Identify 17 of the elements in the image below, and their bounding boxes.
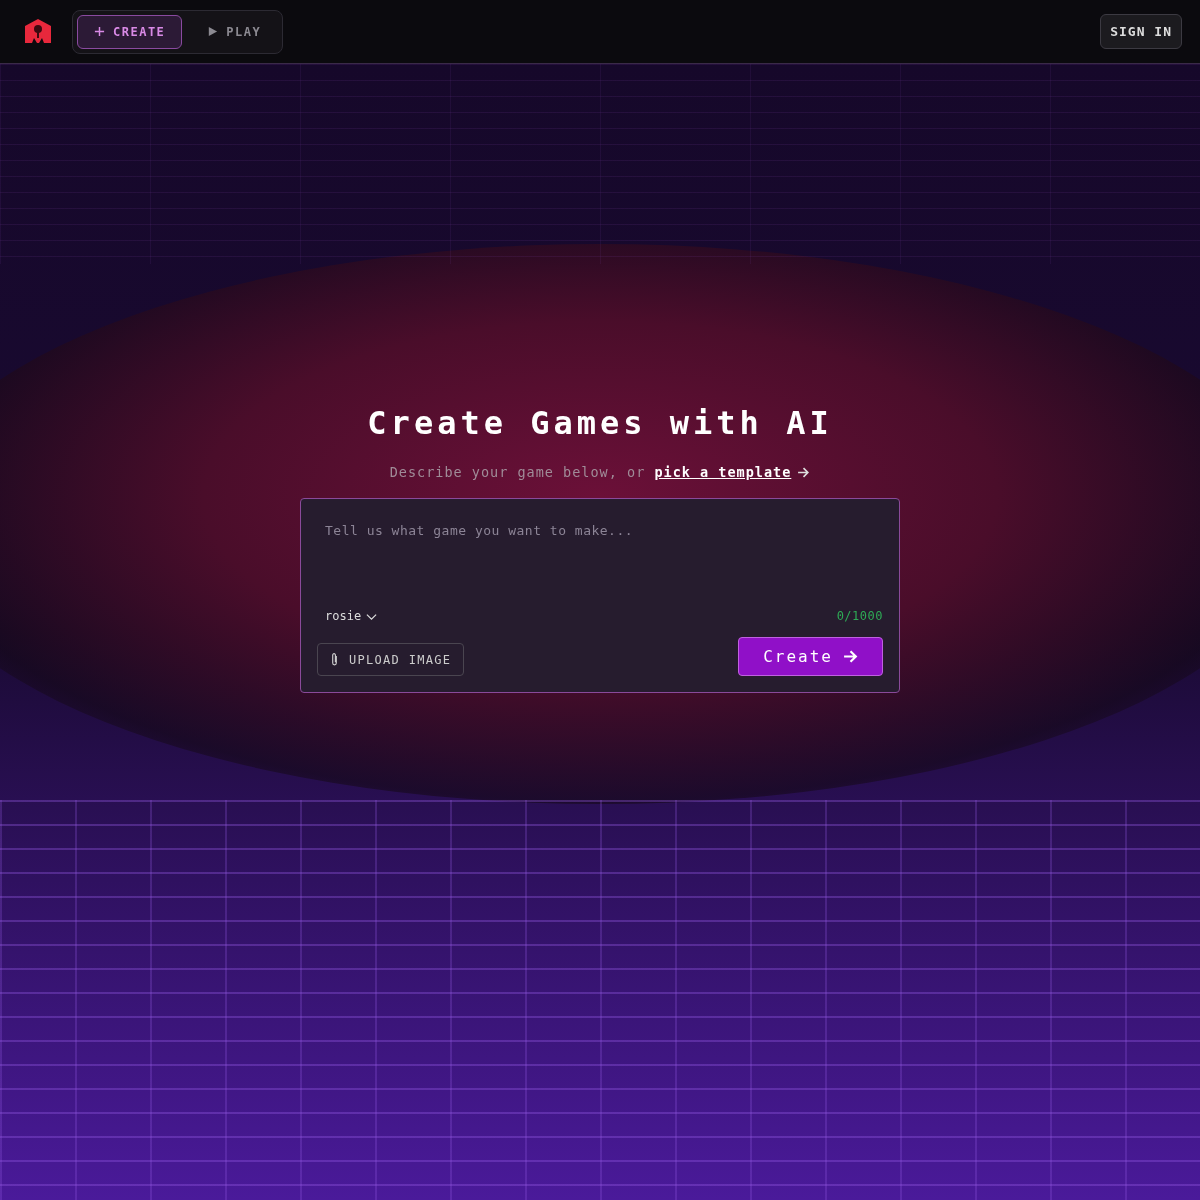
nav-tab[interactable]: CREATE: [77, 14, 183, 49]
paperclip-icon: [330, 652, 339, 667]
play-icon: [207, 26, 219, 37]
page-title: Create Games with AI: [367, 404, 833, 442]
create-button[interactable]: Create: [738, 637, 883, 676]
sign-in-button[interactable]: SIGN IN: [1100, 14, 1182, 49]
nav-tab[interactable]: PLAY: [190, 14, 279, 49]
arrow-right-icon: [843, 649, 858, 664]
model-dropdown[interactable]: rosie: [325, 609, 378, 623]
plus-icon: [94, 26, 105, 37]
character-counter: 0/1000: [836, 609, 883, 623]
logo-icon: [24, 17, 52, 46]
arrow-right-icon: [797, 465, 811, 479]
prompt-field[interactable]: Tell us what game you want to make... rosie 0/1000 UPLOAD IMAGE Create: [300, 498, 900, 693]
template-link[interactable]: pick a template: [654, 464, 792, 480]
upload-image-button[interactable]: UPLOAD IMAGE: [317, 643, 465, 676]
subtitle: Describe your game below, or pick a template: [389, 464, 792, 480]
